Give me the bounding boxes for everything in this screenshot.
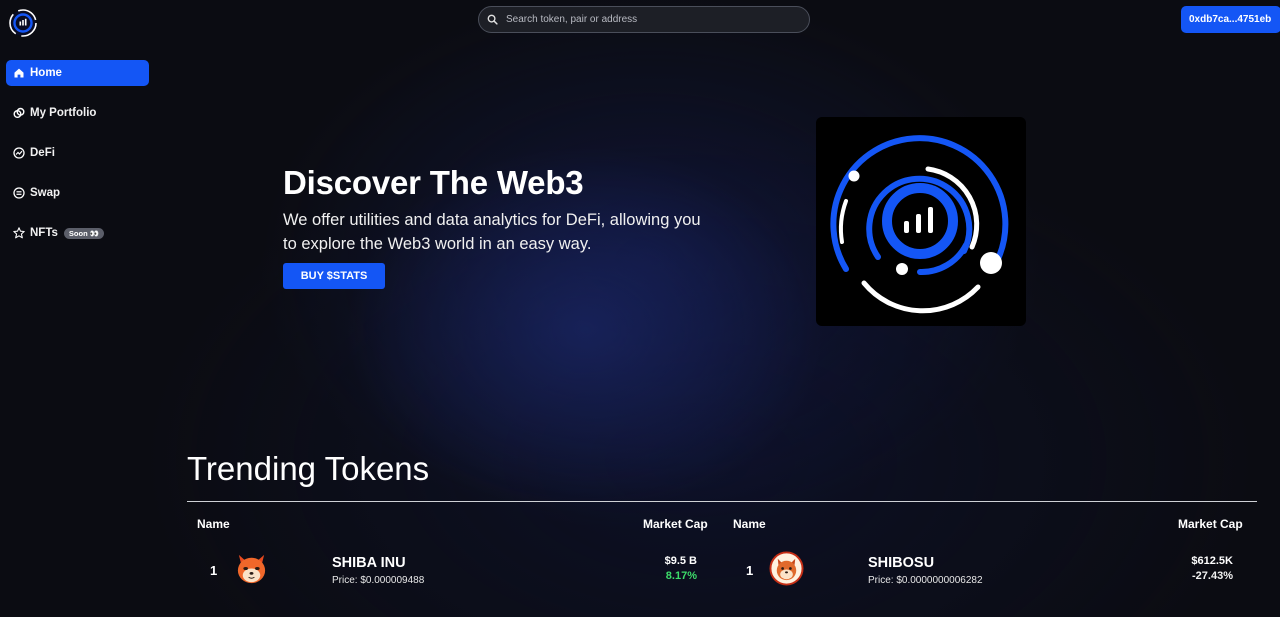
swap-icon <box>13 187 25 199</box>
search-icon <box>487 14 498 25</box>
buy-stats-button[interactable]: BUY $STATS <box>283 263 385 289</box>
token-rank: 1 <box>746 563 754 578</box>
sidebar: Home My Portfolio DeFi Swap NFTs Soon 👀 <box>6 60 149 260</box>
shibosu-icon <box>769 551 804 586</box>
divider <box>187 501 1257 502</box>
sidebar-item-label: Swap <box>30 187 61 199</box>
shiba-inu-icon <box>234 551 269 586</box>
token-price: Price: $0.000009488 <box>332 575 425 586</box>
trending-title: Trending Tokens <box>187 450 430 487</box>
wallet-address-button[interactable]: 0xdb7ca...4751eb <box>1181 6 1280 33</box>
column-header-market-cap: Market Cap <box>643 517 708 531</box>
hero-title: Discover The Web3 <box>283 164 584 201</box>
hero-graphic <box>816 117 1026 326</box>
soon-badge: Soon 👀 <box>63 227 105 239</box>
token-price: Price: $0.0000000006282 <box>868 575 983 586</box>
hero-description: We offer utilities and data analytics fo… <box>283 211 701 253</box>
logo-icon <box>9 9 37 37</box>
column-header-name: Name <box>197 517 230 531</box>
sidebar-item-portfolio[interactable]: My Portfolio <box>6 100 149 126</box>
star-icon <box>13 227 25 239</box>
portfolio-icon <box>13 107 25 119</box>
token-change: -27.43% <box>1192 570 1233 582</box>
defi-icon <box>13 147 25 159</box>
search-input[interactable] <box>506 14 786 25</box>
token-market-cap: $9.5 B <box>664 555 697 567</box>
token-change: 8.17% <box>665 570 697 582</box>
analytics-logo-icon <box>830 135 1009 314</box>
sidebar-item-nfts[interactable]: NFTs Soon 👀 <box>6 220 149 246</box>
column-header-market-cap: Market Cap <box>1178 517 1243 531</box>
sidebar-item-label: Home <box>30 67 62 79</box>
token-name: SHIBOSU <box>868 555 935 571</box>
sidebar-item-label: DeFi <box>30 147 55 159</box>
sidebar-item-home[interactable]: Home <box>6 60 149 86</box>
column-header-name: Name <box>733 517 766 531</box>
token-rank: 1 <box>210 563 218 578</box>
search-bar[interactable] <box>478 6 810 33</box>
sidebar-item-label: My Portfolio <box>30 107 97 119</box>
token-name: SHIBA INU <box>332 555 406 571</box>
app-logo[interactable] <box>9 9 37 37</box>
token-market-cap: $612.5K <box>1191 555 1233 567</box>
sidebar-item-label: NFTs <box>30 227 58 239</box>
sidebar-item-swap[interactable]: Swap <box>6 180 149 206</box>
sidebar-item-defi[interactable]: DeFi <box>6 140 149 166</box>
home-icon <box>13 67 25 79</box>
